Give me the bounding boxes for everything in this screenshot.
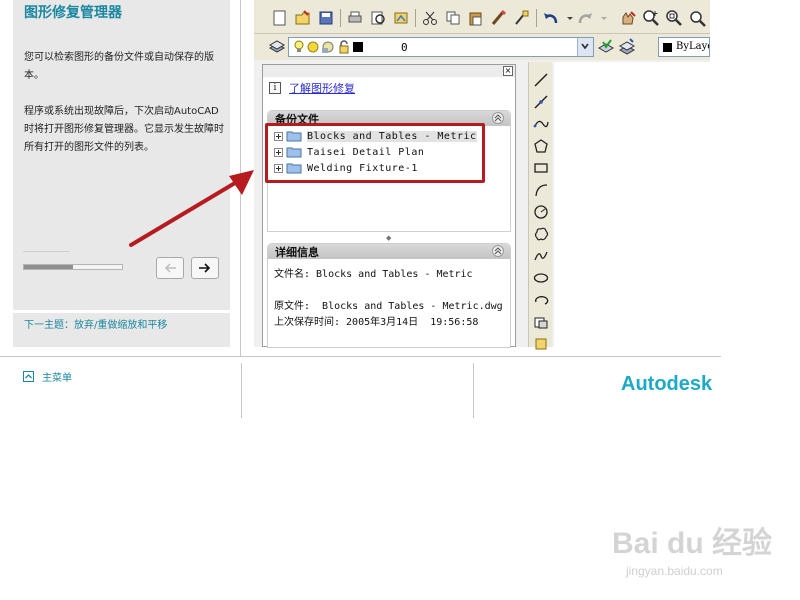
close-icon[interactable]: × — [503, 66, 513, 76]
footer-divider-2 — [473, 363, 474, 418]
pan-realtime-icon[interactable] — [619, 9, 637, 27]
baidu-watermark: Bai du 经验 jingyan.baidu.com — [612, 518, 773, 578]
home-label: 主菜单 — [42, 373, 72, 384]
forward-arrow-icon — [199, 263, 211, 273]
collapse-icon[interactable] — [492, 245, 504, 257]
info-row: i 了解图形修复 — [269, 77, 509, 99]
forward-button[interactable] — [191, 257, 219, 279]
circle-icon[interactable] — [533, 204, 549, 220]
toolbar-separator — [415, 9, 416, 27]
open-file-icon[interactable] — [294, 9, 312, 27]
toolbar-separator — [536, 9, 537, 27]
make-block-icon[interactable] — [533, 336, 549, 352]
autodesk-logo: Autodesk — [621, 373, 713, 395]
home-icon — [23, 371, 34, 382]
color-control-value: ByLaye — [676, 41, 710, 52]
lightbulb-icon — [294, 40, 304, 52]
revision-cloud-icon[interactable] — [533, 226, 549, 242]
layer-dropdown-arrow[interactable] — [577, 38, 593, 56]
rectangle-icon[interactable] — [533, 160, 549, 176]
details-title: 详细信息 — [275, 246, 319, 259]
spline-icon[interactable] — [533, 248, 549, 264]
color-control-dropdown[interactable]: ByLaye — [658, 37, 710, 57]
polygon-icon[interactable] — [533, 138, 549, 154]
viewport-freeze-icon — [322, 41, 334, 53]
footer-divider-1 — [241, 363, 242, 418]
pane-titlebar: × — [263, 65, 515, 77]
drawing-canvas[interactable] — [554, 62, 710, 347]
home-link[interactable]: 主菜单 — [23, 369, 72, 384]
pane-splitter[interactable]: ◆ — [267, 233, 511, 242]
help-intro: 您可以检索图形的备份文件或自动保存的版本。 — [24, 52, 214, 81]
annotation-highlight-box — [265, 123, 485, 183]
layer-color-swatch — [353, 42, 363, 52]
drawing-recovery-manager: × i 了解图形修复 备份文件 Blocks and Tables - Metr… — [262, 64, 516, 348]
learn-recovery-link[interactable]: 了解图形修复 — [289, 80, 355, 96]
sun-icon — [307, 41, 319, 53]
arc-icon[interactable] — [533, 182, 549, 198]
detail-last-saved: 上次保存时间: 2005年3月14日 19:56:58 — [274, 317, 479, 328]
progress-divider — [23, 251, 69, 252]
help-progress-bar — [23, 264, 123, 270]
detail-filename: 文件名: Blocks and Tables - Metric — [274, 269, 473, 280]
match-properties-icon[interactable] — [490, 9, 508, 27]
redo-icon[interactable] — [576, 9, 594, 27]
chevron-down-icon — [581, 43, 589, 50]
undo-icon[interactable] — [542, 9, 560, 27]
block-editor-icon[interactable] — [513, 9, 531, 27]
details-header[interactable]: 详细信息 — [268, 244, 510, 259]
vertical-divider — [240, 0, 241, 356]
help-panel: 图形修复管理器 您可以检索图形的备份文件或自动保存的版本。 程序或系统出现故障后… — [13, 0, 230, 310]
draw-toolbar — [528, 62, 552, 350]
polyline-icon[interactable] — [533, 116, 549, 132]
info-icon: i — [269, 82, 281, 94]
paste-icon[interactable] — [467, 9, 485, 27]
insert-block-icon[interactable] — [533, 314, 549, 330]
layer-dropdown[interactable]: 0 — [288, 37, 594, 57]
save-icon[interactable] — [317, 9, 335, 27]
construction-line-icon[interactable] — [533, 94, 549, 110]
help-title: 图形修复管理器 — [24, 5, 122, 21]
lock-icon — [339, 40, 349, 54]
details-section: 详细信息 文件名: Blocks and Tables - Metric 原文件… — [267, 243, 511, 348]
zoom-realtime-icon[interactable] — [642, 9, 660, 27]
layer-previous-icon[interactable] — [618, 38, 636, 56]
help-progress-fill — [24, 265, 73, 269]
redo-dropdown-icon[interactable] — [595, 9, 613, 27]
back-arrow-icon — [164, 263, 176, 273]
print-icon[interactable] — [346, 9, 364, 27]
back-button[interactable] — [156, 257, 184, 279]
zoom-previous-icon[interactable] — [688, 9, 706, 27]
ellipse-icon[interactable] — [533, 270, 549, 286]
watermark-logo: Bai du 经验 — [612, 527, 773, 560]
layer-manager-icon[interactable] — [268, 38, 286, 56]
next-topic-bar: 下一主题：放弃/重做缩放和平移 — [13, 313, 230, 347]
color-swatch — [663, 43, 672, 52]
new-file-icon[interactable] — [271, 9, 289, 27]
make-layer-current-icon[interactable] — [597, 38, 615, 56]
toolbar-separator — [340, 9, 341, 27]
publish-icon[interactable] — [392, 9, 410, 27]
collapse-icon[interactable] — [492, 112, 504, 124]
help-body: 程序或系统出现故障后，下次启动AutoCAD 时将打开图形修复管理器。它显示发生… — [24, 106, 224, 153]
next-topic-link[interactable]: 下一主题：放弃/重做缩放和平移 — [24, 316, 167, 331]
horizontal-divider — [0, 356, 721, 357]
layers-toolbar: 0 ByLaye — [254, 34, 710, 60]
copy-icon[interactable] — [444, 9, 462, 27]
layer-value: 0 — [401, 41, 408, 54]
watermark-url: jingyan.baidu.com — [626, 564, 723, 578]
line-icon[interactable] — [533, 72, 549, 88]
detail-original-file: 原文件: Blocks and Tables - Metric.dwg — [274, 301, 503, 312]
zoom-window-icon[interactable] — [665, 9, 683, 27]
standard-toolbar — [254, 0, 710, 34]
ellipse-arc-icon[interactable] — [533, 292, 549, 308]
plot-preview-icon[interactable] — [369, 9, 387, 27]
cut-icon[interactable] — [421, 9, 439, 27]
